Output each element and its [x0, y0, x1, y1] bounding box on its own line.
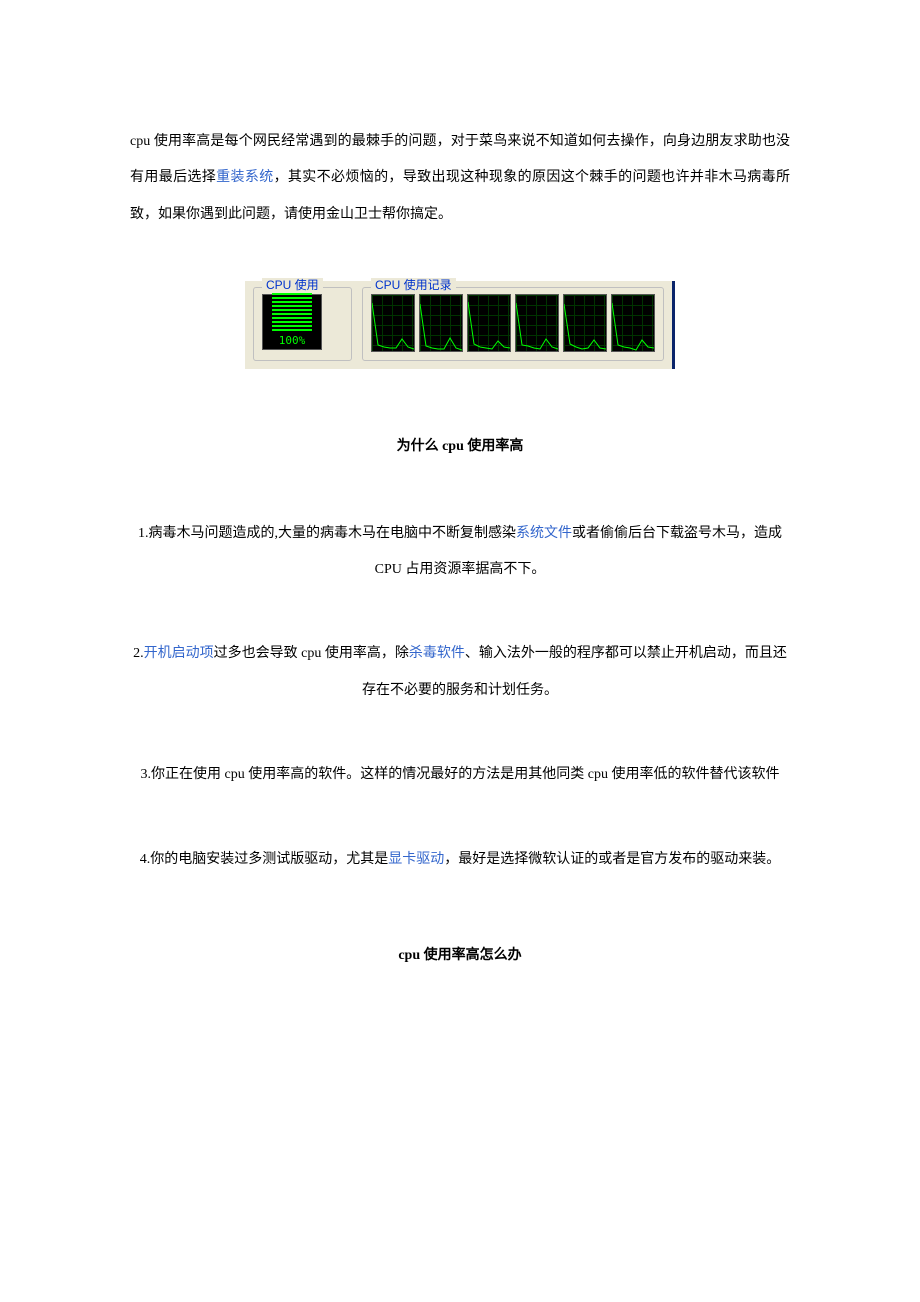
heading-why-cpu-high: 为什么 cpu 使用率高 — [130, 429, 790, 465]
cpu-history-label: CPU 使用记录 — [371, 278, 456, 292]
cpu-usage-fieldset: CPU 使用 100% — [253, 287, 352, 361]
cpu-usage-label: CPU 使用 — [262, 278, 323, 292]
reason-2-text-b: 过多也会导致 cpu 使用率高，除 — [214, 646, 409, 661]
reason-3: 3.你正在使用 cpu 使用率高的软件。这样的情况最好的方法是用其他同类 cpu… — [130, 757, 790, 793]
link-gpu-driver[interactable]: 显卡驱动 — [388, 852, 444, 867]
link-system-files[interactable]: 系统文件 — [516, 526, 572, 541]
cpu-history-core3 — [467, 294, 511, 352]
reason-2-text-a: 2. — [133, 646, 144, 661]
cpu-history-core1 — [371, 294, 415, 352]
reason-1-text-a: 1.病毒木马问题造成的,大量的病毒木马在电脑中不断复制感染 — [138, 526, 516, 541]
heading-what-to-do: cpu 使用率高怎么办 — [130, 938, 790, 974]
reason-1: 1.病毒木马问题造成的,大量的病毒木马在电脑中不断复制感染系统文件或者偷偷后台下… — [130, 516, 790, 589]
taskmanager-screenshot: CPU 使用 100% CPU 使用记录 — [245, 281, 675, 369]
cpu-history-fieldset: CPU 使用记录 — [362, 287, 664, 361]
reason-4: 4.你的电脑安装过多测试版驱动，尤其是显卡驱动，最好是选择微软认证的或者是官方发… — [130, 842, 790, 878]
cpu-history-row — [371, 294, 655, 352]
link-reinstall-system[interactable]: 重装系统 — [216, 170, 273, 185]
link-antivirus-software[interactable]: 杀毒软件 — [409, 646, 465, 661]
taskmanager-panel: CPU 使用 100% CPU 使用记录 — [245, 281, 675, 369]
intro-paragraph: cpu 使用率高是每个网民经常遇到的最棘手的问题，对于菜鸟来说不知道如何去操作，… — [130, 124, 790, 233]
link-startup-items[interactable]: 开机启动项 — [144, 646, 214, 661]
reason-2: 2.开机启动项过多也会导致 cpu 使用率高，除杀毒软件、输入法外一般的程序都可… — [130, 636, 790, 709]
cpu-history-core2 — [419, 294, 463, 352]
cpu-usage-meter: 100% — [262, 294, 322, 350]
reason-4-text-b: ，最好是选择微软认证的或者是官方发布的驱动来装。 — [444, 852, 780, 867]
cpu-history-core5 — [563, 294, 607, 352]
cpu-history-core6 — [611, 294, 655, 352]
cpu-history-core4 — [515, 294, 559, 352]
cpu-percent-value: 100% — [279, 335, 306, 346]
reason-4-text-a: 4.你的电脑安装过多测试版驱动，尤其是 — [140, 852, 389, 867]
cpu-usage-bars — [272, 293, 312, 331]
